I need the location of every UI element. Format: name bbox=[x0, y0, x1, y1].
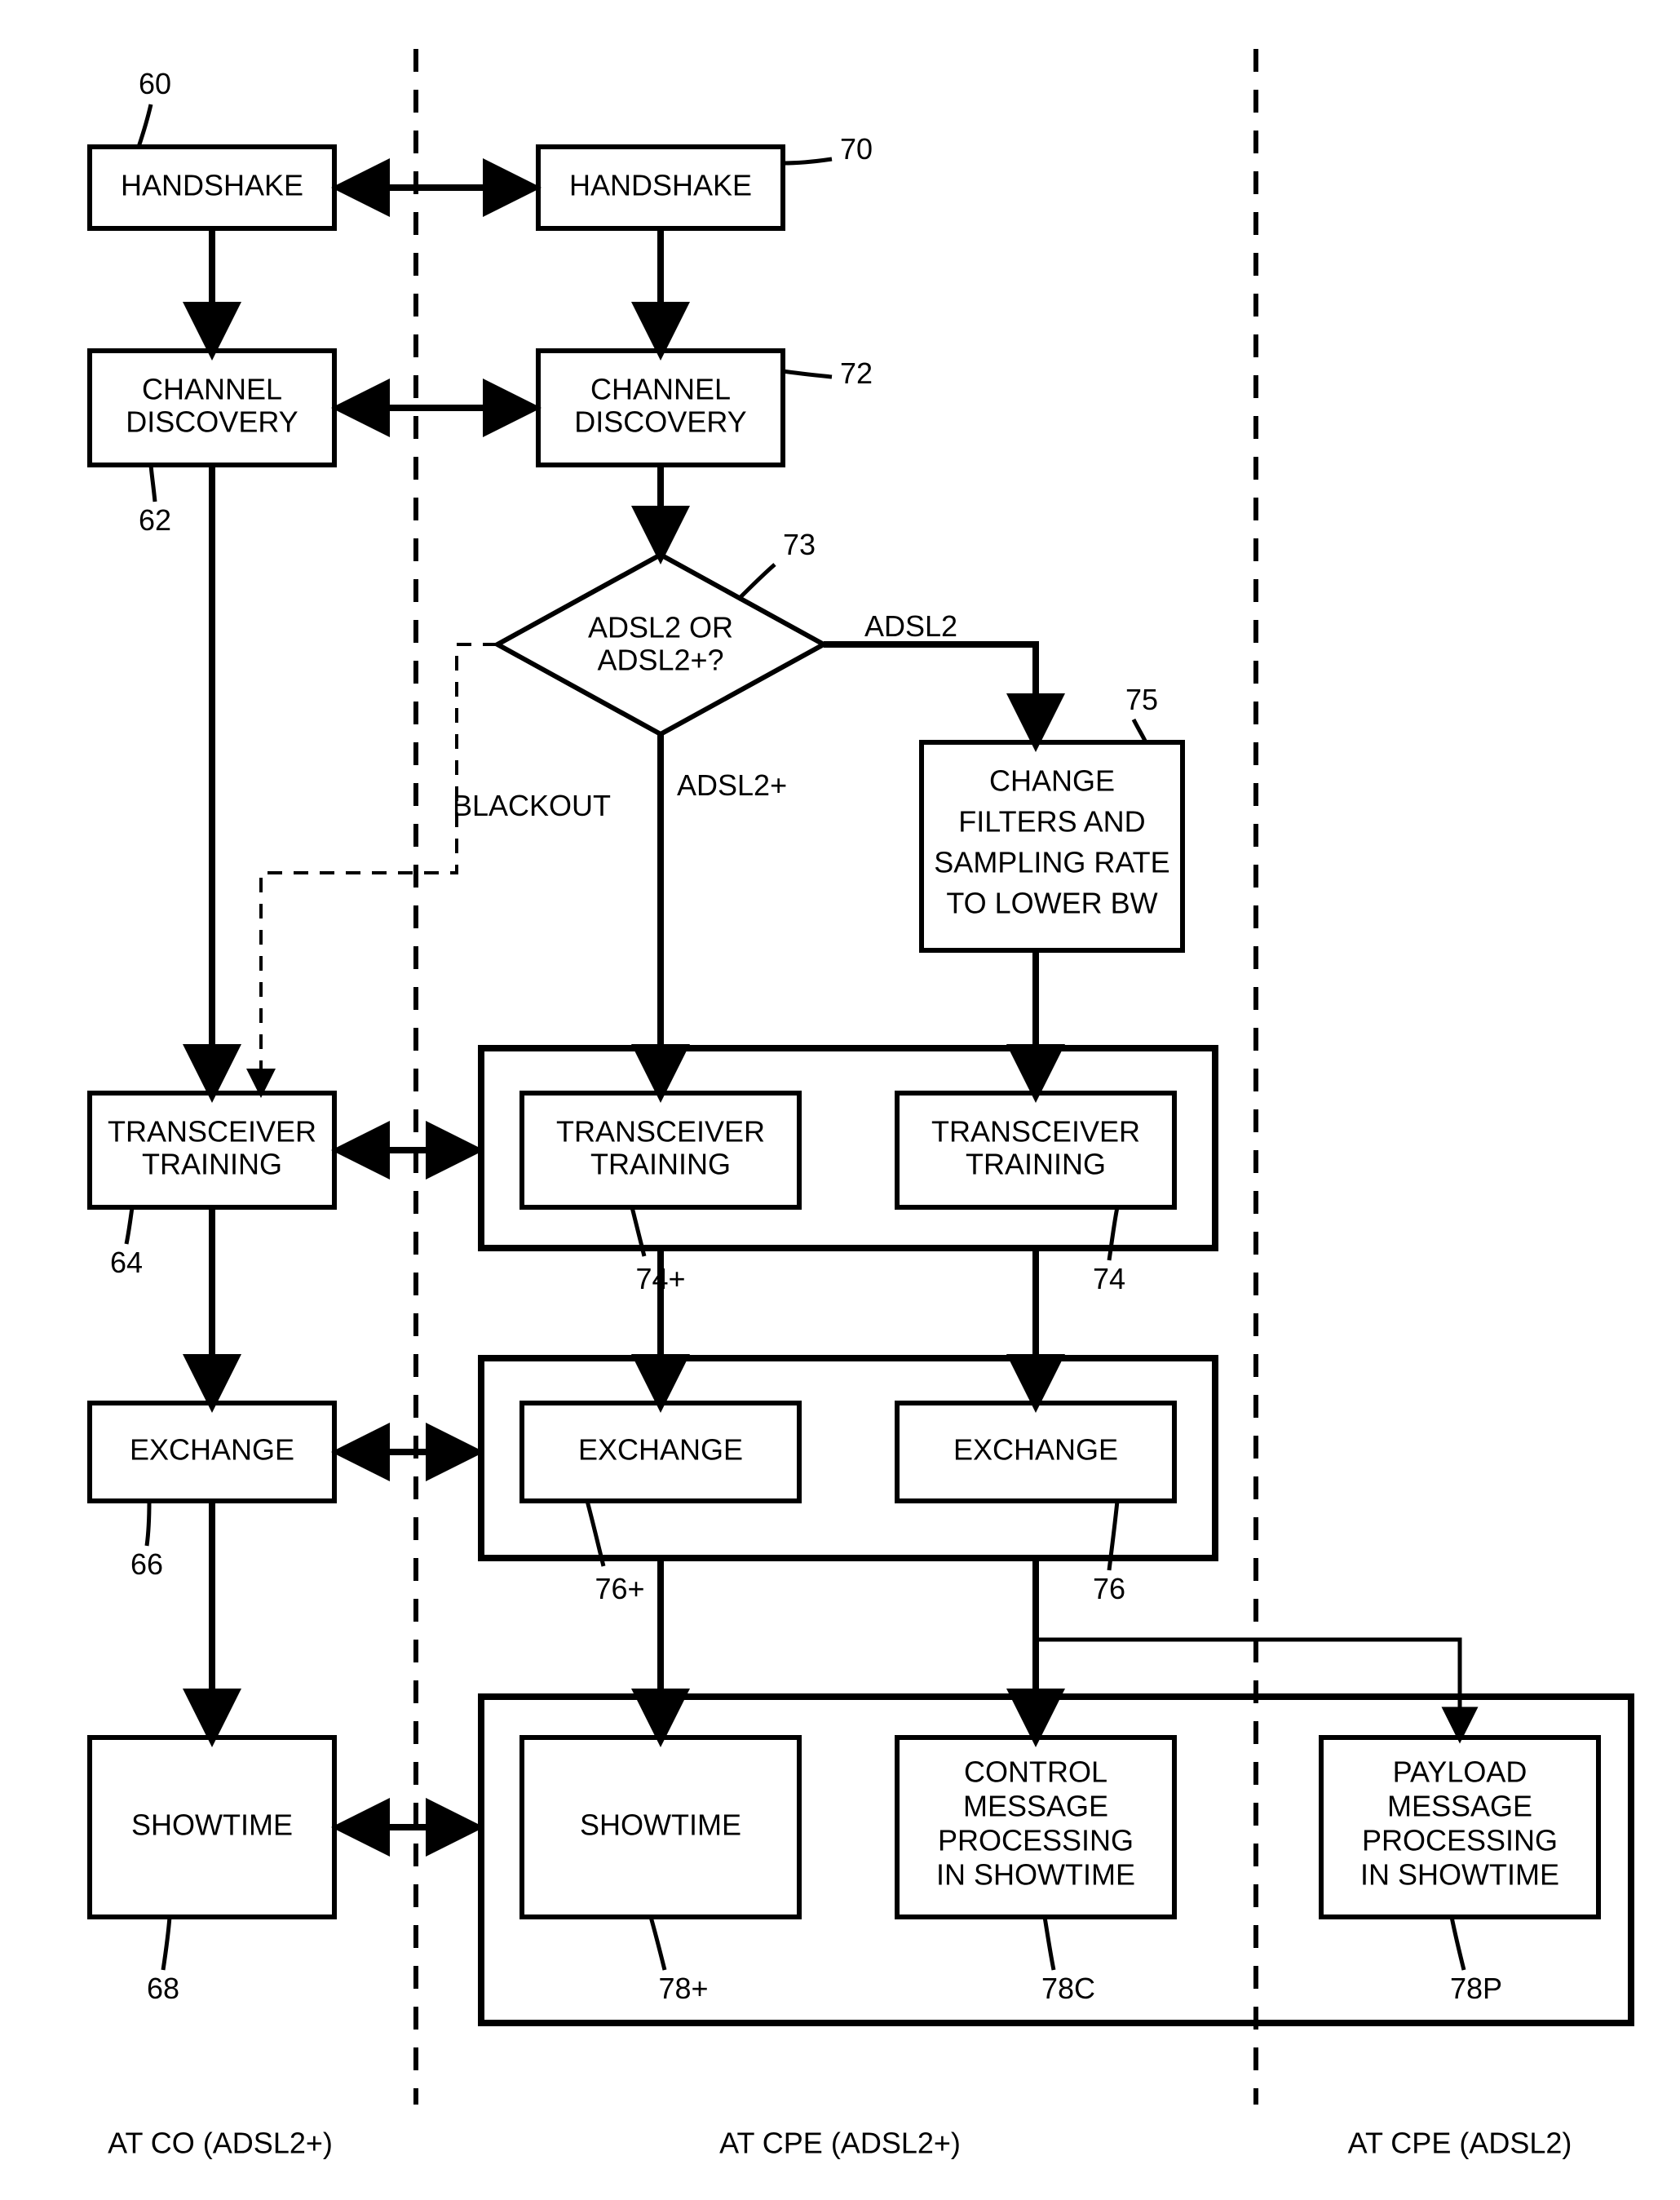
lane-co-label: AT CO (ADSL2+) bbox=[108, 2127, 333, 2160]
ref-74plus: 74+ bbox=[635, 1262, 685, 1295]
exchange-co-text: EXCHANGE bbox=[130, 1433, 294, 1467]
callout-72 bbox=[783, 371, 832, 377]
change-text4: TO LOWER BW bbox=[946, 887, 1157, 920]
flowchart-diagram: HANDSHAKE CHANNEL DISCOVERY TRANSCEIVER … bbox=[0, 0, 1680, 2200]
blackout-path bbox=[261, 644, 497, 1093]
control-text2: MESSAGE bbox=[963, 1790, 1108, 1823]
callout-78p bbox=[1452, 1917, 1464, 1970]
ref-78c: 78C bbox=[1041, 1972, 1095, 2005]
transceiver-cpe1-text1: TRANSCEIVER bbox=[556, 1115, 765, 1149]
callout-78c bbox=[1045, 1917, 1054, 1970]
decision-text1: ADSL2 OR bbox=[588, 611, 733, 644]
control-text1: CONTROL bbox=[964, 1755, 1107, 1789]
arrow-branch-payload bbox=[1036, 1640, 1460, 1737]
callout-66 bbox=[147, 1501, 149, 1546]
control-text4: IN SHOWTIME bbox=[936, 1858, 1135, 1892]
ref-73: 73 bbox=[783, 528, 816, 561]
ref-64: 64 bbox=[110, 1246, 143, 1279]
callout-70 bbox=[783, 159, 832, 163]
channel-cpe-text2: DISCOVERY bbox=[574, 405, 746, 439]
change-text3: SAMPLING RATE bbox=[934, 846, 1169, 879]
payload-text3: PROCESSING bbox=[1362, 1824, 1558, 1857]
ref-78p: 78P bbox=[1450, 1972, 1502, 2005]
transceiver-co-text1: TRANSCEIVER bbox=[108, 1115, 316, 1149]
transceiver-cpe2-text1: TRANSCEIVER bbox=[931, 1115, 1140, 1149]
callout-68 bbox=[163, 1917, 170, 1970]
handshake-cpe-text: HANDSHAKE bbox=[569, 169, 752, 202]
channel-co-text1: CHANNEL bbox=[142, 373, 282, 406]
callout-78plus bbox=[651, 1917, 665, 1970]
exchange-cpe1-text: EXCHANGE bbox=[578, 1433, 743, 1467]
ref-62: 62 bbox=[139, 503, 171, 537]
payload-text2: MESSAGE bbox=[1387, 1790, 1532, 1823]
edge-adsl2: ADSL2 bbox=[864, 609, 957, 643]
ref-75: 75 bbox=[1125, 683, 1158, 716]
callout-73 bbox=[738, 564, 775, 600]
callout-64 bbox=[126, 1207, 132, 1244]
change-text1: CHANGE bbox=[989, 764, 1115, 798]
lane-cpe-label: AT CPE (ADSL2) bbox=[1348, 2127, 1572, 2160]
showtime-cpe-text: SHOWTIME bbox=[580, 1808, 741, 1842]
ref-68: 68 bbox=[147, 1972, 179, 2005]
showtime-co-text: SHOWTIME bbox=[131, 1808, 293, 1842]
channel-cpe-text1: CHANNEL bbox=[590, 373, 731, 406]
lane-cpe-plus-label: AT CPE (ADSL2+) bbox=[719, 2127, 961, 2160]
payload-text4: IN SHOWTIME bbox=[1360, 1858, 1559, 1892]
ref-78plus: 78+ bbox=[658, 1972, 708, 2005]
handshake-co-text: HANDSHAKE bbox=[121, 169, 303, 202]
callout-75 bbox=[1134, 719, 1146, 742]
ref-66: 66 bbox=[130, 1547, 163, 1581]
transceiver-cpe1-text2: TRAINING bbox=[590, 1148, 731, 1181]
ref-70: 70 bbox=[840, 132, 873, 166]
arrow-decision-change bbox=[824, 644, 1036, 742]
ref-76: 76 bbox=[1093, 1572, 1125, 1605]
payload-text1: PAYLOAD bbox=[1393, 1755, 1527, 1789]
change-text2: FILTERS AND bbox=[958, 805, 1145, 839]
decision-text2: ADSL2+? bbox=[597, 644, 723, 677]
transceiver-cpe2-text2: TRAINING bbox=[966, 1148, 1106, 1181]
ref-76plus: 76+ bbox=[595, 1572, 644, 1605]
ref-72: 72 bbox=[840, 356, 873, 390]
transceiver-co-text2: TRAINING bbox=[142, 1148, 282, 1181]
exchange-cpe2-text: EXCHANGE bbox=[953, 1433, 1118, 1467]
control-text3: PROCESSING bbox=[938, 1824, 1134, 1857]
ref-74: 74 bbox=[1093, 1262, 1125, 1295]
callout-62 bbox=[151, 465, 155, 502]
channel-co-text2: DISCOVERY bbox=[126, 405, 298, 439]
callout-74 bbox=[1109, 1207, 1117, 1260]
ref-60: 60 bbox=[139, 67, 171, 100]
edge-blackout: BLACKOUT bbox=[453, 789, 611, 822]
callout-60 bbox=[139, 104, 151, 147]
edge-adsl2plus: ADSL2+ bbox=[677, 768, 787, 802]
